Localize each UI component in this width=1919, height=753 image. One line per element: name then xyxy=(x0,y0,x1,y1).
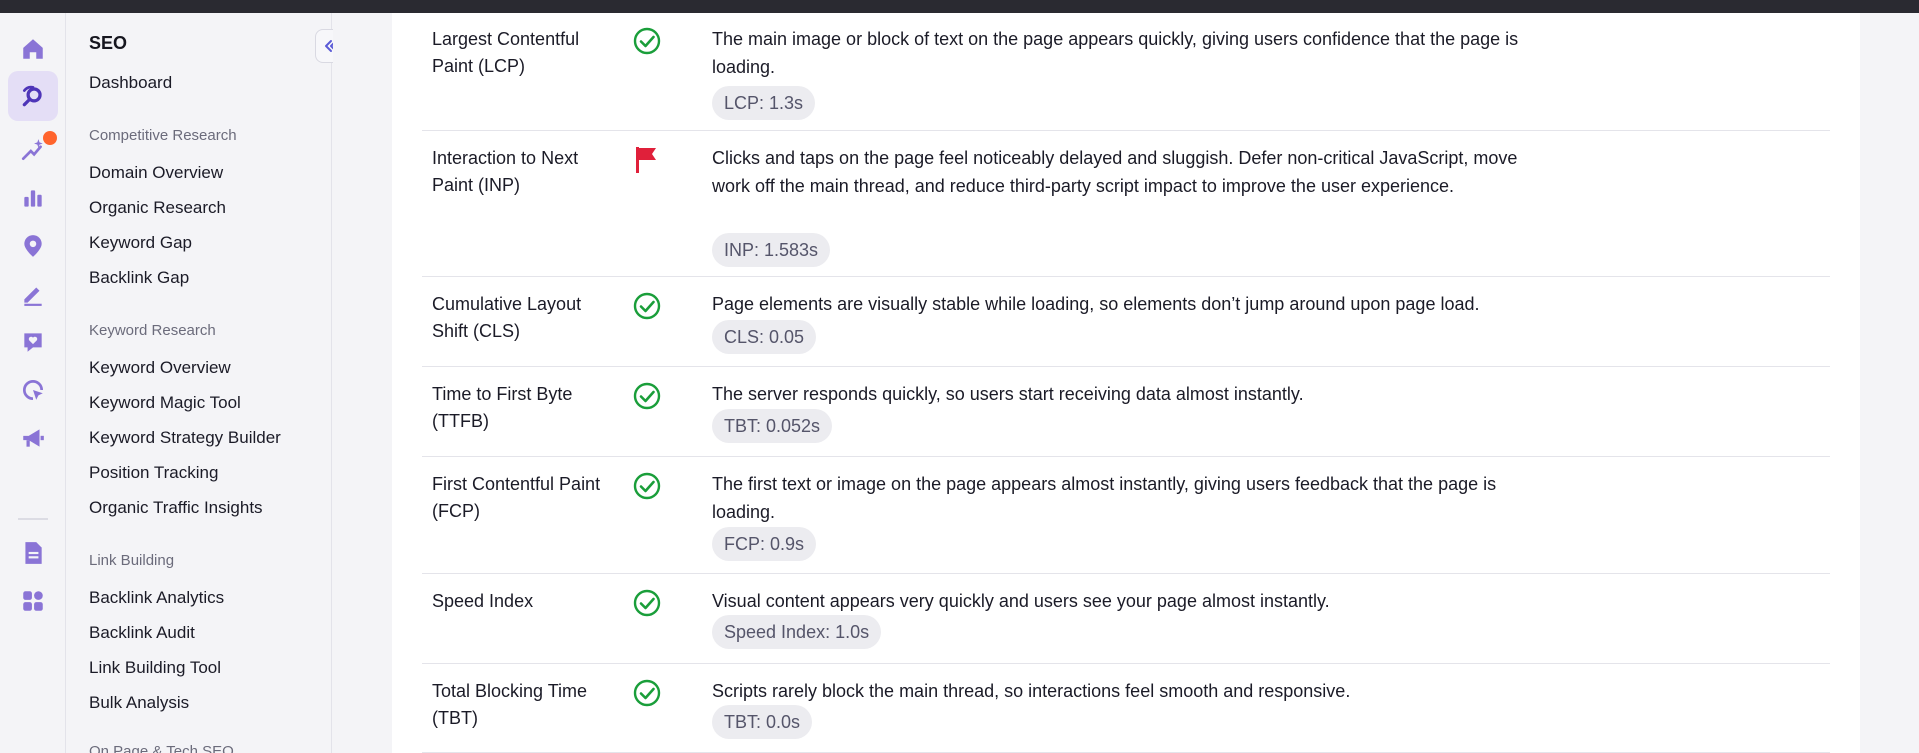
check-circle-icon xyxy=(633,382,661,410)
metric-description: Clicks and taps on the page feel noticea… xyxy=(712,148,1518,196)
check-circle-icon xyxy=(633,679,661,707)
metric-value-badge: CLS: 0.05 xyxy=(712,320,817,354)
sidebar-item-domain-overview[interactable]: Domain Overview xyxy=(89,163,223,183)
sidebar-item-backlink-audit[interactable]: Backlink Audit xyxy=(89,623,195,643)
sidebar-item-keyword-strategy-builder[interactable]: Keyword Strategy Builder xyxy=(89,428,281,448)
check-circle-icon xyxy=(633,472,661,500)
notification-badge xyxy=(43,131,57,145)
main-gutter xyxy=(333,13,393,753)
browser-top-bar xyxy=(0,0,1919,13)
sidebar-item-organic-traffic-insights[interactable]: Organic Traffic Insights xyxy=(89,498,263,518)
metric-description: The main image or block of text on the p… xyxy=(712,29,1519,77)
section-link-building: Link Building xyxy=(89,552,175,569)
ai-sparkle-icon xyxy=(21,139,43,161)
metric-row: Total Blocking Time (TBT) Scripts rarely… xyxy=(422,665,1830,753)
metric-name: Interaction to Next Paint (INP) xyxy=(432,148,579,195)
rail-marketing[interactable] xyxy=(8,413,58,463)
sidebar-item-keyword-overview[interactable]: Keyword Overview xyxy=(89,358,231,378)
metric-row: Largest Contentful Paint (LCP) The main … xyxy=(422,13,1830,131)
rail-divider xyxy=(18,518,48,520)
check-circle-icon xyxy=(633,589,661,617)
sidebar-item-backlink-analytics[interactable]: Backlink Analytics xyxy=(89,588,224,608)
rail-content[interactable] xyxy=(8,269,58,319)
sidebar-title: SEO xyxy=(89,33,128,53)
sidebar-item-link-building-tool[interactable]: Link Building Tool xyxy=(89,658,221,678)
right-gutter xyxy=(1860,13,1919,753)
metric-row: Cumulative Layout Shift (CLS) Page eleme… xyxy=(422,278,1830,367)
section-keyword-research: Keyword Research xyxy=(89,322,216,339)
location-pin-icon xyxy=(24,235,42,257)
metric-name: Cumulative Layout Shift (CLS) xyxy=(432,294,582,341)
metric-name: Speed Index xyxy=(432,591,534,611)
metric-description: Page elements are visually stable while … xyxy=(712,294,1480,314)
metric-description: Scripts rarely block the main thread, so… xyxy=(712,681,1351,701)
red-flag-icon xyxy=(636,147,656,173)
home-icon xyxy=(23,39,43,59)
metric-description: Visual content appears very quickly and … xyxy=(712,591,1330,611)
report-document-icon xyxy=(25,542,42,564)
rail-reports[interactable] xyxy=(8,528,58,578)
metric-name: Time to First Byte (TTFB) xyxy=(432,384,573,431)
rail-apps[interactable] xyxy=(8,576,58,626)
seo-sidebar: SEO Dashboard Competitive Research Domai… xyxy=(66,13,346,753)
metric-value-badge: FCP: 0.9s xyxy=(712,527,817,561)
metric-row: Interaction to Next Paint (INP) Clicks a… xyxy=(422,132,1830,277)
megaphone-icon xyxy=(23,429,44,447)
rail-analytics[interactable] xyxy=(8,173,58,223)
content-pencil-icon xyxy=(24,287,42,306)
sidebar-item-backlink-gap[interactable]: Backlink Gap xyxy=(89,268,189,288)
metric-value-badge: TBT: 0.0s xyxy=(712,705,813,739)
heart-chat-icon xyxy=(24,333,42,352)
sidebar-item-keyword-gap[interactable]: Keyword Gap xyxy=(89,233,192,253)
metric-row: Speed Index Visual content appears very … xyxy=(422,575,1830,664)
sidebar-item-keyword-magic-tool[interactable]: Keyword Magic Tool xyxy=(89,393,241,413)
sidebar-item-organic-research[interactable]: Organic Research xyxy=(89,198,226,218)
apps-grid-icon xyxy=(23,591,43,611)
metric-value-badge: LCP: 1.3s xyxy=(712,86,816,120)
metric-name: First Contentful Paint (FCP) xyxy=(432,474,601,521)
target-cursor-icon xyxy=(23,380,44,401)
metric-value-badge: TBT: 0.052s xyxy=(712,409,833,443)
section-competitive-research: Competitive Research xyxy=(89,127,237,144)
rail-social[interactable] xyxy=(8,317,58,367)
metric-value-badge: INP: 1.583s xyxy=(712,233,831,267)
sidebar-item-position-tracking[interactable]: Position Tracking xyxy=(89,463,218,483)
rail-local[interactable] xyxy=(8,221,58,271)
metric-name: Largest Contentful Paint (LCP) xyxy=(432,29,580,76)
metric-value-badge: Speed Index: 1.0s xyxy=(712,615,882,649)
rail-seo[interactable] xyxy=(8,71,58,121)
metric-name: Total Blocking Time (TBT) xyxy=(432,681,588,728)
metric-description: The server responds quickly, so users st… xyxy=(712,384,1304,404)
section-on-page-tech-seo: On Page & Tech SEO xyxy=(89,743,234,753)
metric-row: First Contentful Paint (FCP) The first t… xyxy=(422,458,1830,574)
check-circle-icon xyxy=(633,292,661,320)
sidebar-item-bulk-analysis[interactable]: Bulk Analysis xyxy=(89,693,189,713)
metric-row: Time to First Byte (TTFB) The server res… xyxy=(422,368,1830,457)
metric-description: The first text or image on the page appe… xyxy=(712,474,1497,522)
seo-icon xyxy=(22,85,42,107)
check-circle-icon xyxy=(633,27,661,55)
sidebar-item-dashboard[interactable]: Dashboard xyxy=(89,73,172,93)
tool-rail xyxy=(0,13,66,753)
bar-chart-icon xyxy=(24,190,42,207)
rail-home[interactable] xyxy=(8,24,58,74)
rail-ads[interactable] xyxy=(8,365,58,415)
